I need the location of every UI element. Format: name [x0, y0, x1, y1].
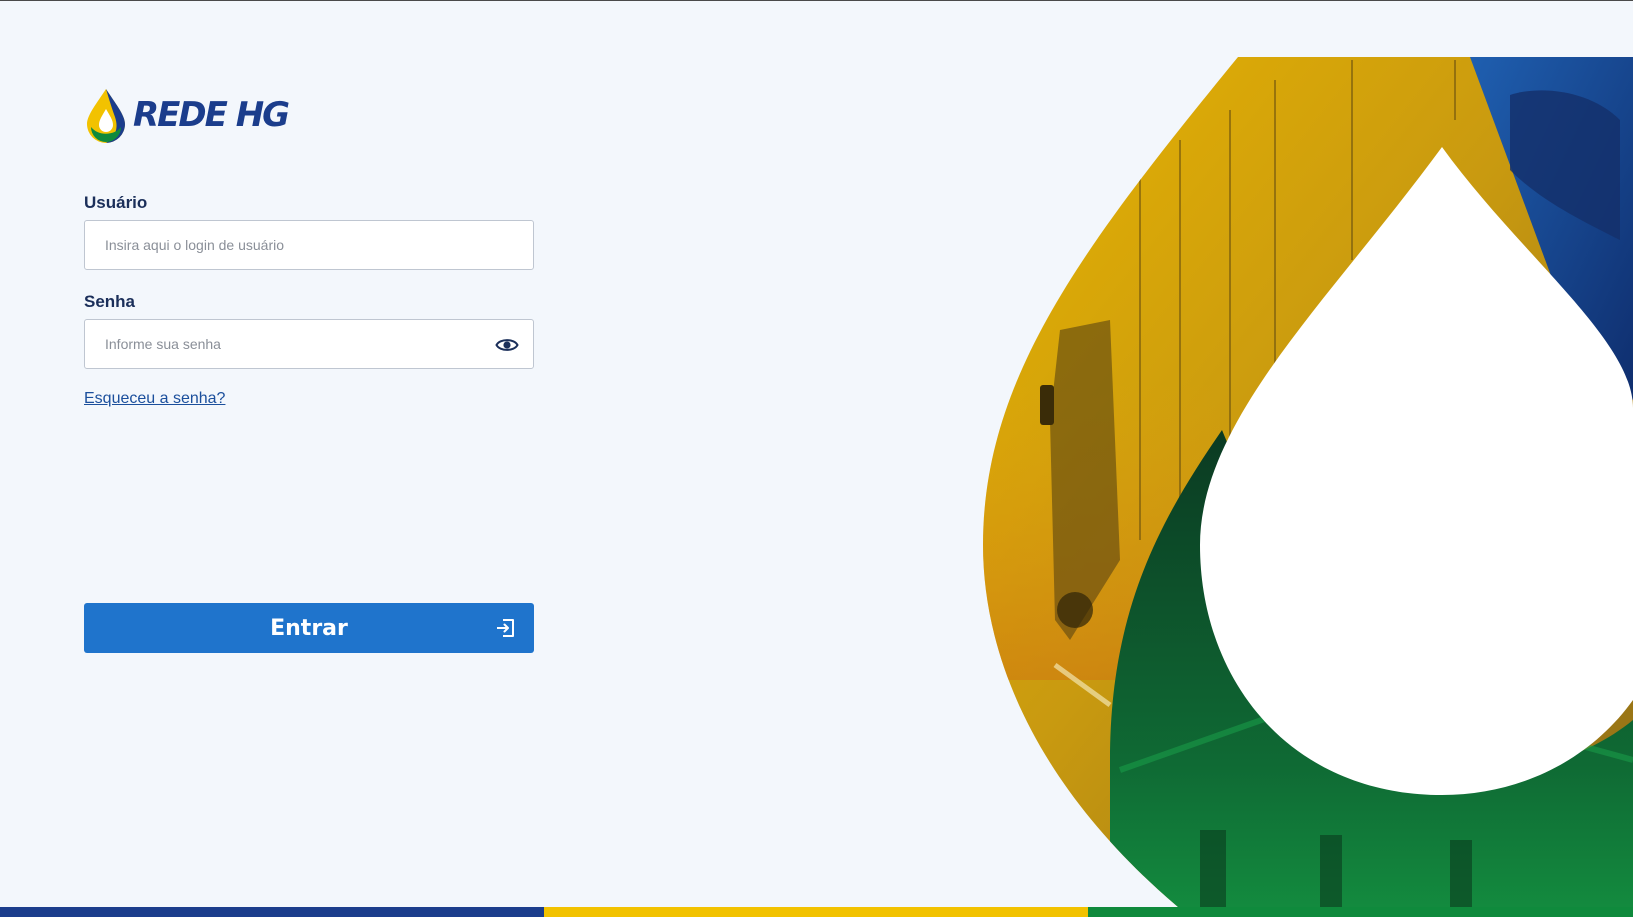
- footer-stripe-blue: [0, 907, 544, 917]
- footer-stripe-yellow: [544, 907, 1088, 917]
- footer-stripe-green: [1088, 907, 1633, 917]
- hero-drop-image: [983, 57, 1633, 907]
